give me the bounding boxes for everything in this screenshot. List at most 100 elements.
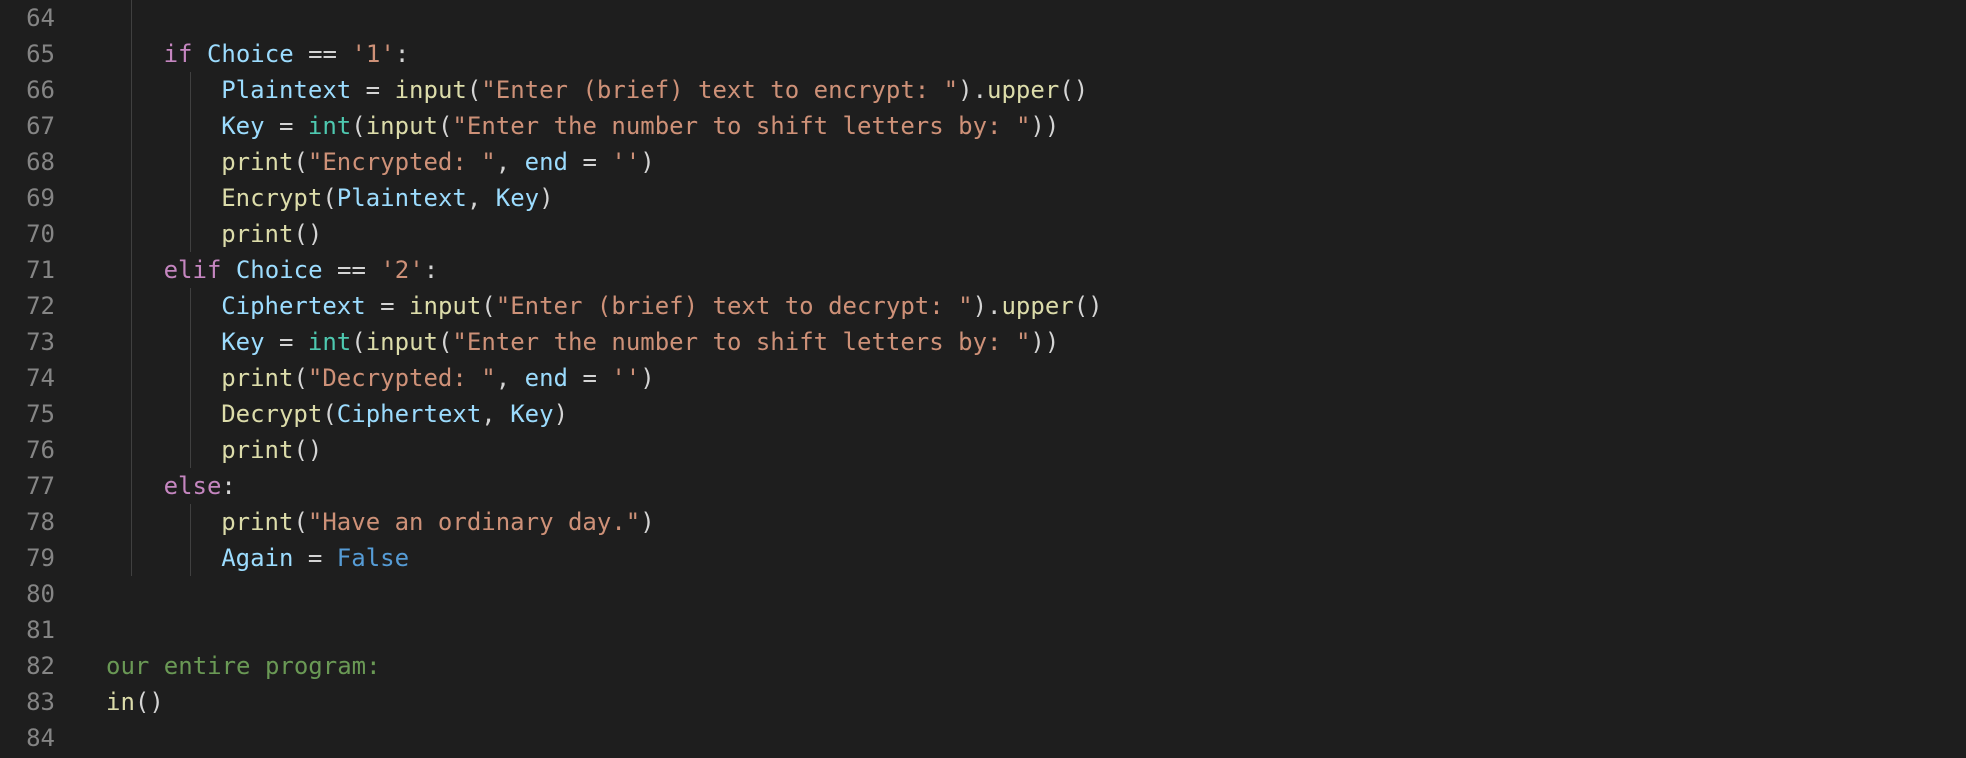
code-line[interactable]: 64 <box>0 0 1966 36</box>
line-code: our entire program: <box>106 648 381 684</box>
code-token: "Have an ordinary day." <box>307 508 641 536</box>
line-code: if Choice == '1': <box>164 36 410 72</box>
code-token: print <box>221 148 294 176</box>
code-line[interactable]: 72 Ciphertext = input("Enter (brief) text… <box>0 288 1966 324</box>
code-token: our entire program: <box>106 652 381 680</box>
line-code: print() <box>221 216 322 252</box>
code-token: '1' <box>351 40 395 68</box>
line-code: print("Decrypted: ", end = '') <box>221 360 655 396</box>
line-number: 83 <box>26 688 55 716</box>
line-number: 81 <box>26 616 55 644</box>
code-line[interactable]: 77 else: <box>0 468 1966 504</box>
code-line[interactable]: 82 our entire program: <box>0 648 1966 684</box>
code-token: = <box>365 292 410 320</box>
code-token: () <box>1073 292 1103 320</box>
code-token: input <box>365 112 438 140</box>
code-token: () <box>293 436 323 464</box>
code-token: '' <box>611 148 641 176</box>
code-line[interactable]: 81 <box>0 612 1966 648</box>
code-token: int <box>307 112 352 140</box>
code-token: ( <box>293 148 308 176</box>
code-line[interactable]: 69 Encrypt(Plaintext, Key) <box>0 180 1966 216</box>
line-number: 65 <box>26 40 55 68</box>
code-token: '' <box>611 364 641 392</box>
code-token: , <box>495 148 525 176</box>
line-number: 71 <box>26 256 55 284</box>
code-token: "Encrypted: " <box>307 148 496 176</box>
code-token: Key <box>495 184 540 212</box>
code-line[interactable]: 75 Decrypt(Ciphertext, Key) <box>0 396 1966 432</box>
line-code: Key = int(input("Enter the number to shi… <box>221 324 1059 360</box>
code-token: , <box>481 400 511 428</box>
code-line[interactable]: 79 Again = False <box>0 540 1966 576</box>
line-number: 66 <box>26 76 55 104</box>
line-number: 73 <box>26 328 55 356</box>
code-token: = <box>568 148 612 176</box>
line-code: print() <box>221 432 322 468</box>
code-token: Plaintext <box>221 76 352 104</box>
line-code: Plaintext = input("Enter (brief) text to… <box>221 72 1088 108</box>
code-token: ) <box>640 148 655 176</box>
code-token: elif <box>163 256 222 284</box>
line-code: print("Have an ordinary day.") <box>221 504 655 540</box>
line-number: 79 <box>26 544 55 572</box>
code-token: : <box>221 472 236 500</box>
code-token: == <box>322 256 381 284</box>
line-number: 70 <box>26 220 55 248</box>
code-token: Plaintext <box>336 184 467 212</box>
code-line[interactable]: 84 <box>0 720 1966 756</box>
code-token: ) <box>539 184 554 212</box>
code-token: print <box>221 364 294 392</box>
code-token: Key <box>221 112 265 140</box>
code-token: print <box>221 220 294 248</box>
code-token: end <box>524 364 568 392</box>
code-line[interactable]: 83 in() <box>0 684 1966 720</box>
code-token: () <box>1059 76 1089 104</box>
code-line[interactable]: 67 Key = int(input("Enter the number to s… <box>0 108 1966 144</box>
line-number: 72 <box>26 292 55 320</box>
code-token: ( <box>437 112 453 140</box>
code-token: == <box>293 40 352 68</box>
code-token: "Enter the number to shift letters by: " <box>452 112 1031 140</box>
code-token: : <box>394 40 410 68</box>
code-token: ) <box>640 364 655 392</box>
code-token: ) <box>640 508 655 536</box>
line-number: 67 <box>26 112 55 140</box>
line-code: Decrypt(Ciphertext, Key) <box>221 396 568 432</box>
code-token: Again <box>221 544 294 572</box>
code-line[interactable]: 70 print() <box>0 216 1966 252</box>
code-token: ( <box>293 508 308 536</box>
code-line[interactable]: 78 print("Have an ordinary day.") <box>0 504 1966 540</box>
code-token: end <box>524 148 568 176</box>
code-line[interactable]: 76 print() <box>0 432 1966 468</box>
line-number: 78 <box>26 508 55 536</box>
code-token: , <box>495 364 525 392</box>
code-token: input <box>394 76 467 104</box>
code-token: )) <box>1030 328 1060 356</box>
code-line[interactable]: 73 Key = int(input("Enter the number to s… <box>0 324 1966 360</box>
line-code: Again = False <box>221 540 409 576</box>
code-token: print <box>221 436 294 464</box>
code-line[interactable]: 74 print("Decrypted: ", end = '') <box>0 360 1966 396</box>
code-token: Key <box>221 328 265 356</box>
code-token: = <box>264 328 308 356</box>
code-token: ( <box>466 76 482 104</box>
line-number: 68 <box>26 148 55 176</box>
code-token: "Enter the number to shift letters by: " <box>452 328 1031 356</box>
line-number: 74 <box>26 364 55 392</box>
code-token: ( <box>437 328 453 356</box>
code-token: ( <box>322 400 337 428</box>
code-editor[interactable]: 64 65 if Choice == '1': 66 Plaintext = input… <box>0 0 1966 758</box>
code-token: )) <box>1030 112 1060 140</box>
code-line[interactable]: 80 <box>0 576 1966 612</box>
code-line[interactable]: 68 print("Encrypted: ", end = '') <box>0 144 1966 180</box>
code-token: input <box>365 328 438 356</box>
code-token: upper <box>987 76 1060 104</box>
code-token: ). <box>972 292 1002 320</box>
code-line[interactable]: 65 if Choice == '1': <box>0 36 1966 72</box>
code-line[interactable]: 71 elif Choice == '2': <box>0 252 1966 288</box>
code-token: = <box>264 112 308 140</box>
code-line[interactable]: 66 Plaintext = input("Enter (brief) text … <box>0 72 1966 108</box>
